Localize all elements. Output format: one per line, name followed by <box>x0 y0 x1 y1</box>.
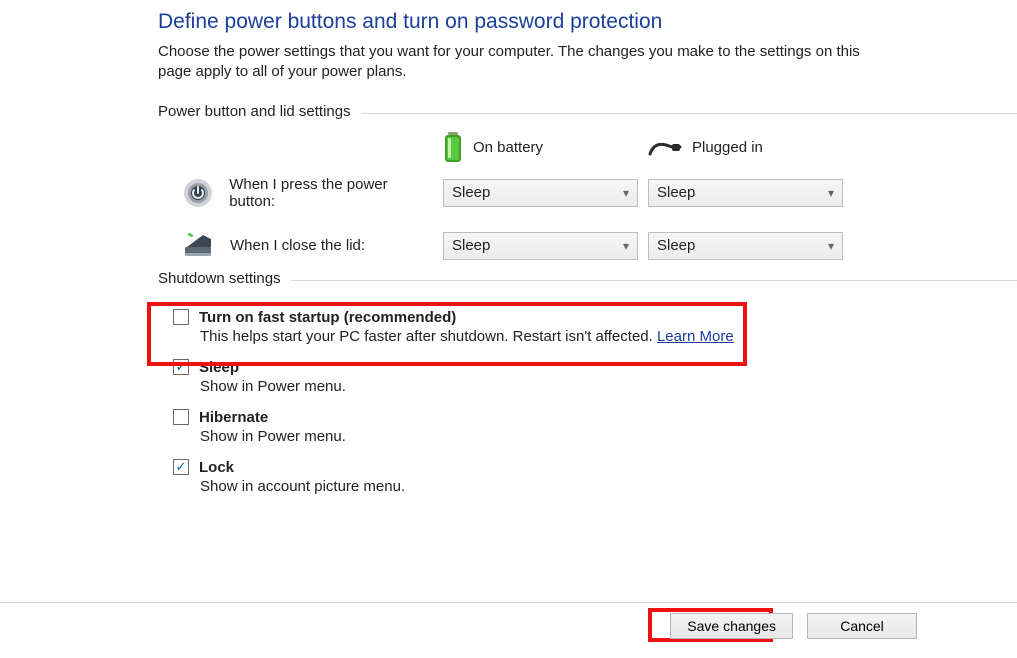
col-header-battery: On battery <box>473 139 543 156</box>
chevron-down-icon: ▾ <box>623 186 629 200</box>
page-title: Define power buttons and turn on passwor… <box>158 10 1017 34</box>
save-button[interactable]: Save changes <box>670 613 793 639</box>
bottom-bar: Save changes Cancel <box>0 602 1017 639</box>
row-power-button: When I press the power button: Sleep ▾ S… <box>158 176 1017 210</box>
opt-hibernate: Hibernate Show in Power menu. <box>158 409 1017 445</box>
group-power-button-lid: Power button and lid settings On battery <box>158 103 1017 260</box>
select-lid-plugged-value: Sleep <box>657 237 695 254</box>
page-subtitle: Choose the power settings that you want … <box>158 42 873 83</box>
checkbox-lock[interactable]: ✓ <box>173 459 189 475</box>
opt-sleep-desc: Show in Power menu. <box>173 378 1017 395</box>
plug-icon <box>648 138 682 158</box>
group-legend-shutdown: Shutdown settings <box>158 270 291 287</box>
row-lid-label: When I close the lid: <box>230 237 365 254</box>
opt-fast-title: Turn on fast startup (recommended) <box>199 309 456 326</box>
power-button-icon <box>180 178 215 208</box>
select-lid-plugged[interactable]: Sleep ▾ <box>648 232 843 260</box>
checkbox-sleep[interactable]: ✓ <box>173 359 189 375</box>
group-legend-power: Power button and lid settings <box>158 103 361 120</box>
select-lid-battery[interactable]: Sleep ▾ <box>443 232 638 260</box>
select-power-plugged-value: Sleep <box>657 184 695 201</box>
row-power-label: When I press the power button: <box>229 176 433 210</box>
select-power-plugged[interactable]: Sleep ▾ <box>648 179 843 207</box>
opt-fast-desc: This helps start your PC faster after sh… <box>200 328 657 345</box>
checkbox-hibernate[interactable] <box>173 409 189 425</box>
group-shutdown-settings: Shutdown settings Turn on fast startup (… <box>158 270 1017 495</box>
opt-sleep-title: Sleep <box>199 359 239 376</box>
opt-hibernate-desc: Show in Power menu. <box>173 428 1017 445</box>
select-power-battery-value: Sleep <box>452 184 490 201</box>
opt-lock: ✓ Lock Show in account picture menu. <box>158 459 1017 495</box>
opt-hibernate-title: Hibernate <box>199 409 268 426</box>
chevron-down-icon: ▾ <box>828 239 834 253</box>
laptop-lid-icon <box>180 233 216 259</box>
opt-lock-desc: Show in account picture menu. <box>173 478 1017 495</box>
chevron-down-icon: ▾ <box>828 186 834 200</box>
chevron-down-icon: ▾ <box>623 239 629 253</box>
battery-icon <box>443 132 463 164</box>
row-close-lid: When I close the lid: Sleep ▾ Sleep ▾ <box>158 232 1017 260</box>
col-header-plugged: Plugged in <box>692 139 763 156</box>
opt-sleep: ✓ Sleep Show in Power menu. <box>158 359 1017 395</box>
select-power-battery[interactable]: Sleep ▾ <box>443 179 638 207</box>
opt-fast-startup: Turn on fast startup (recommended) This … <box>158 309 1017 345</box>
cancel-button[interactable]: Cancel <box>807 613 917 639</box>
learn-more-link[interactable]: Learn More <box>657 328 734 345</box>
checkbox-fast-startup[interactable] <box>173 309 189 325</box>
select-lid-battery-value: Sleep <box>452 237 490 254</box>
opt-lock-title: Lock <box>199 459 234 476</box>
